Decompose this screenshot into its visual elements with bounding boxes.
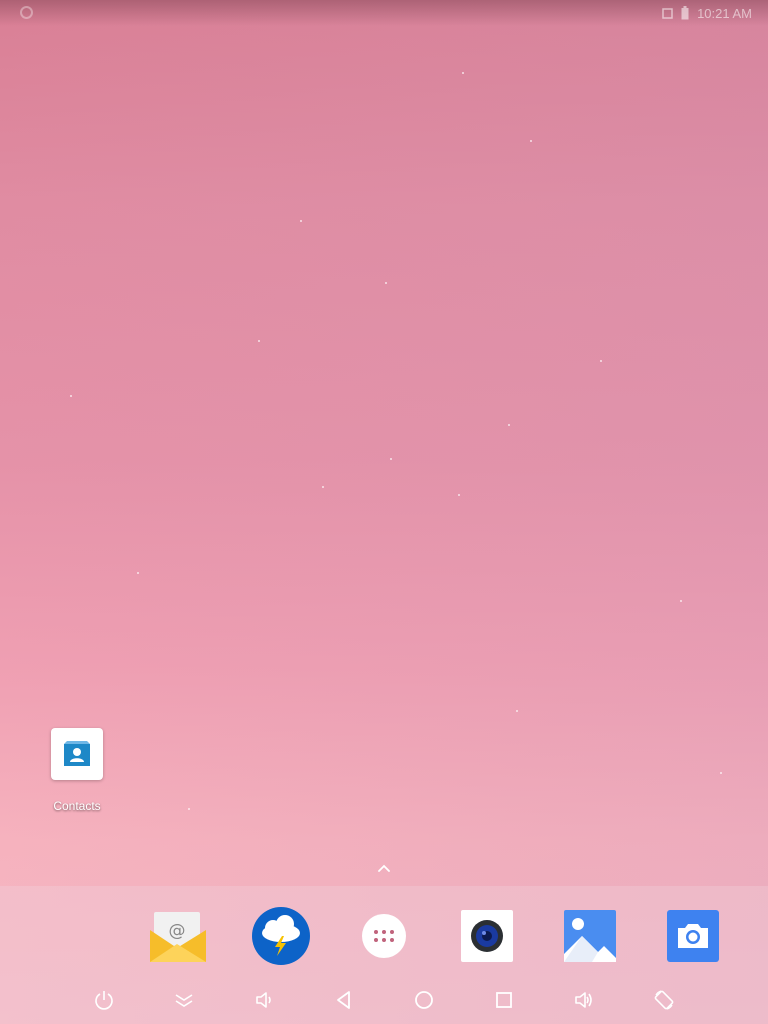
home-screen: 10:21 AM Contacts @ [0,0,768,1024]
svg-text:@: @ [169,921,186,941]
recents-button[interactable] [492,988,516,1012]
weather-storm-icon [252,907,310,965]
status-bar: 10:21 AM [0,0,768,26]
back-button[interactable] [332,988,356,1012]
home-icon [415,991,433,1009]
rotate-icon [654,990,674,1010]
contacts-shortcut[interactable]: Contacts [38,728,116,813]
home-button[interactable] [412,988,436,1012]
status-time: 10:21 AM [697,5,752,21]
power-button[interactable] [92,988,116,1012]
contacts-tile[interactable] [51,728,103,780]
gallery-icon [564,910,616,962]
music-speaker-icon [461,910,513,962]
contacts-label: Contacts [53,799,101,813]
app-drawer-button[interactable] [354,906,414,966]
recents-icon [496,992,512,1008]
notification-dot-icon [20,6,33,19]
status-right-cluster: 10:21 AM [662,5,752,21]
signal-icon [662,8,673,19]
gallery-app-button[interactable] [560,906,620,966]
weather-app-button[interactable] [251,906,311,966]
power-icon [95,991,113,1010]
collapse-button[interactable] [172,988,196,1012]
volume-down-button[interactable] [252,988,276,1012]
contacts-icon [64,741,90,766]
collapse-icon [175,994,193,1007]
volume-up-icon [575,992,592,1008]
camera-app-button[interactable] [663,906,723,966]
email-app-button[interactable]: @ [148,906,208,966]
music-app-button[interactable] [457,906,517,966]
camera-icon [667,910,719,962]
rotate-button[interactable] [652,988,676,1012]
battery-icon [681,6,689,20]
volume-up-button[interactable] [572,988,596,1012]
back-icon [337,991,350,1009]
volume-down-icon [256,992,271,1008]
chevron-up-icon[interactable] [376,862,392,874]
email-icon: @ [150,912,206,962]
app-drawer-icon [362,914,406,958]
